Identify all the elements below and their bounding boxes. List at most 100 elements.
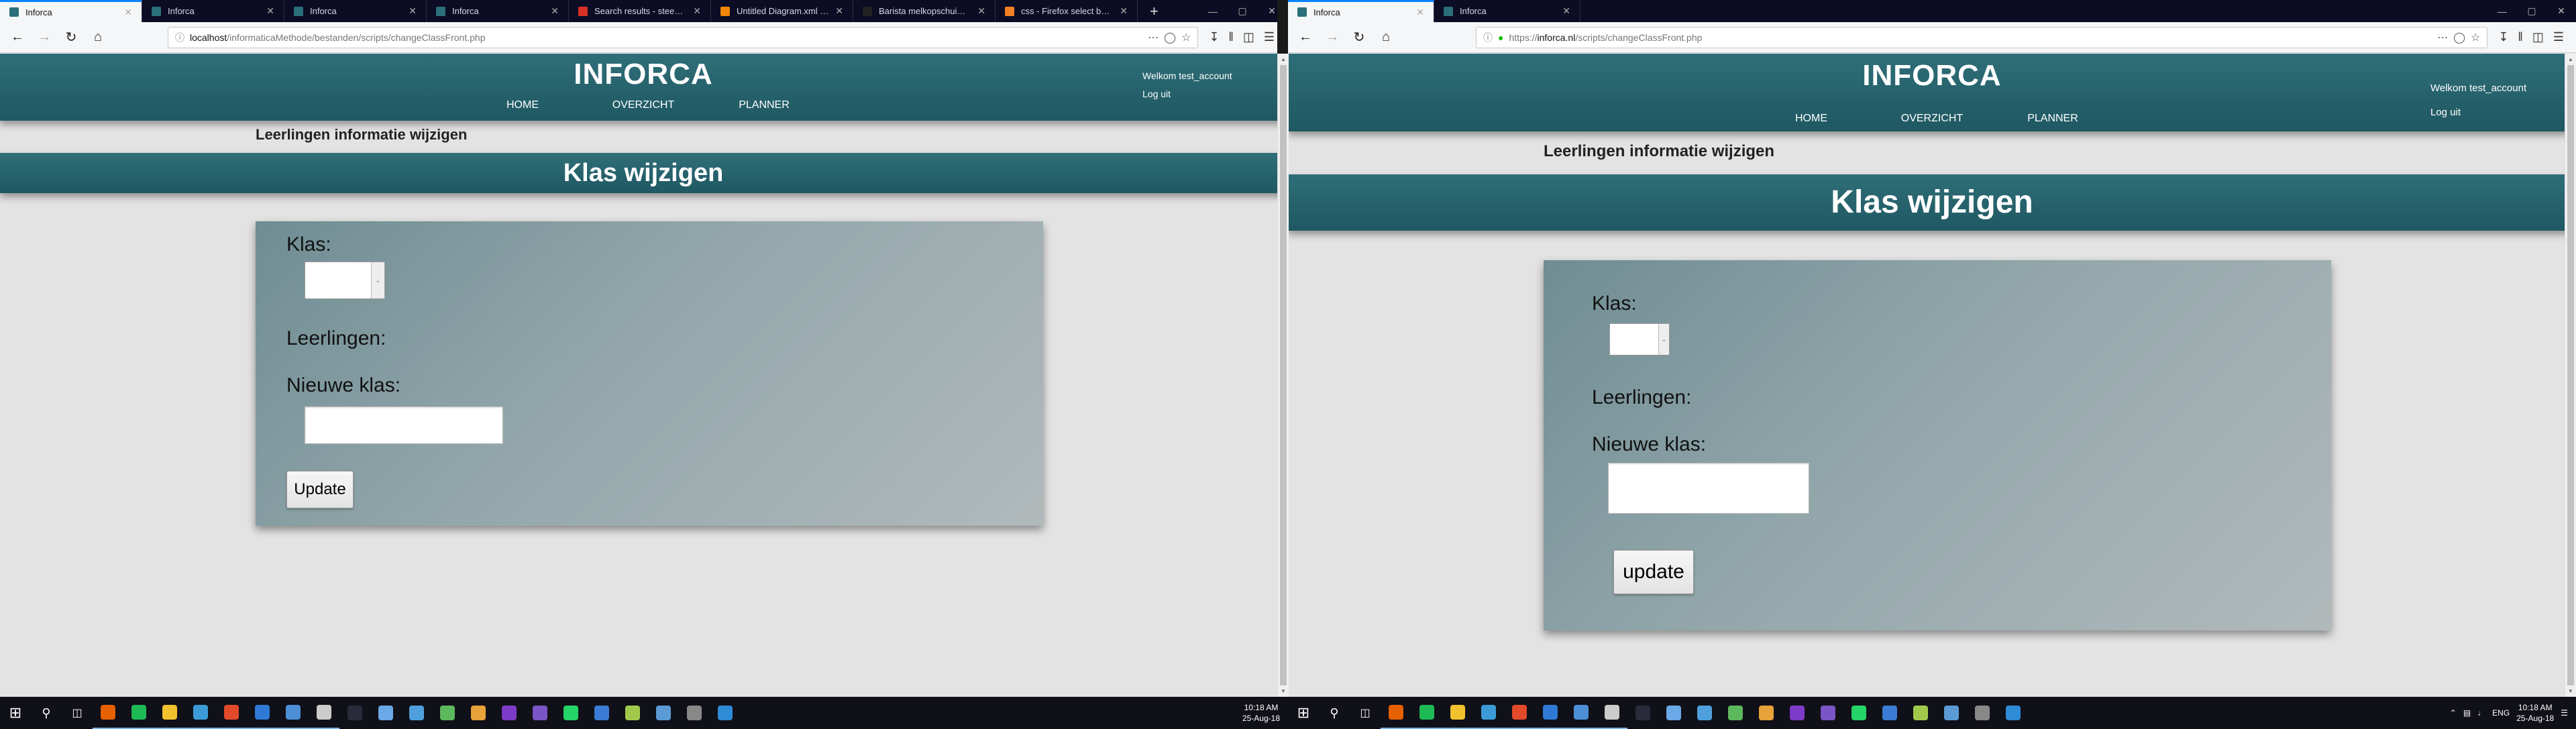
close-icon[interactable]: ✕ [2546,0,2576,22]
taskbar-app-icon[interactable] [401,697,432,729]
library-icon[interactable]: ‖ [1228,30,1233,44]
home-icon[interactable]: ⌂ [87,27,109,48]
reload-icon[interactable]: ↻ [60,27,82,48]
klas-select[interactable]: ⌄ [305,262,385,299]
windows-start-icon[interactable]: ⊞ [0,697,31,729]
tab-close-icon[interactable]: ✕ [977,5,985,17]
taskbar-app-icon[interactable] [1473,697,1504,729]
tray-chevron-icon[interactable]: ⌃ [2450,708,2457,718]
site-logo[interactable]: INFORCA [0,58,1287,91]
browser-tab[interactable]: Inforca ✕ [1288,0,1434,22]
taskbar-app-icon[interactable] [1689,697,1720,729]
taskbar-app-icon[interactable] [1381,697,1411,729]
new-tab-button[interactable]: + [1138,0,1171,22]
minimize-icon[interactable]: — [1198,0,1228,22]
site-logo[interactable]: INFORCA [1288,59,2576,93]
taskbar-app-icon[interactable] [1967,697,1998,729]
browser-tab[interactable]: Inforca ✕ [1434,0,1580,22]
taskbar-app-icon[interactable] [154,697,185,729]
taskbar-app-icon[interactable] [463,697,494,729]
nav-planner[interactable]: PLANNER [1992,113,2113,125]
taskbar-app-icon[interactable] [1442,697,1473,729]
taskbar-app-icon[interactable] [1658,697,1689,729]
scroll-thumb[interactable] [2567,65,2574,685]
volume-icon[interactable]: ♩ [2477,708,2485,718]
nav-planner[interactable]: PLANNER [704,99,824,111]
klas-select[interactable]: ⌄ [1609,323,1670,355]
nieuwe-klas-input[interactable] [1608,463,1809,514]
scroll-up-icon[interactable]: ▲ [2565,54,2576,65]
page-actions-icon[interactable]: ⋯ [2437,31,2448,44]
taskbar-app-icon[interactable] [679,697,710,729]
browser-tab[interactable]: Inforca ✕ [427,0,569,22]
taskbar-app-icon[interactable] [1813,697,1843,729]
update-button[interactable]: update [1613,550,1694,594]
nav-overzicht[interactable]: OVERZICHT [1872,113,1992,125]
forward-icon[interactable]: → [34,27,55,48]
taskbar-app-icon[interactable] [555,697,586,729]
browser-tab[interactable]: Inforca ✕ [0,0,142,22]
taskbar-app-icon[interactable] [1998,697,2029,729]
taskbar-app-icon[interactable] [247,697,278,729]
bookmark-star-icon[interactable]: ☆ [2471,31,2480,44]
download-icon[interactable]: ↧ [2498,30,2508,44]
tab-close-icon[interactable]: ✕ [835,5,843,17]
download-icon[interactable]: ↧ [1209,30,1219,44]
scroll-up-icon[interactable]: ▲ [1278,54,1289,65]
url-bar[interactable]: ⓘ ● https://inforca.nl/scripts/changeCla… [1476,26,2488,48]
windows-start-icon[interactable]: ⊞ [1288,697,1319,729]
taskbar-app-icon[interactable] [1566,697,1597,729]
taskbar-app-icon[interactable] [494,697,525,729]
pocket-icon[interactable]: ◯ [1164,31,1176,44]
task-view-icon[interactable]: ◫ [62,697,93,729]
info-icon[interactable]: ⓘ [175,31,184,44]
maximize-icon[interactable]: ▢ [1228,0,1257,22]
nav-overzicht[interactable]: OVERZICHT [583,99,704,111]
taskbar-app-icon[interactable] [1504,697,1535,729]
nav-home[interactable]: HOME [1751,113,1872,125]
network-icon[interactable]: ▤ [2463,708,2471,718]
maximize-icon[interactable]: ▢ [2517,0,2546,22]
home-icon[interactable]: ⌂ [1375,27,1397,48]
browser-tab[interactable]: css - Firefox select box - rem... ✕ [996,0,1138,22]
tab-close-icon[interactable]: ✕ [1120,5,1128,17]
bookmark-star-icon[interactable]: ☆ [1181,31,1191,44]
logout-link[interactable]: Log uit [2430,101,2526,125]
taskbar-app-icon[interactable] [339,697,370,729]
search-icon[interactable]: ⚲ [31,697,62,729]
taskbar-app-icon[interactable] [123,697,154,729]
scroll-down-icon[interactable]: ▼ [2565,685,2576,697]
tab-close-icon[interactable]: ✕ [1562,5,1570,17]
taskbar-app-icon[interactable] [278,697,309,729]
nieuwe-klas-input[interactable] [305,406,503,444]
scroll-thumb[interactable] [1280,65,1287,685]
browser-tab[interactable]: Inforca ✕ [284,0,427,22]
sidebar-icon[interactable]: ◫ [2532,30,2544,44]
browser-tab[interactable]: Untitled Diagram.xml - draw... ✕ [711,0,853,22]
browser-tab[interactable]: Inforca ✕ [142,0,284,22]
menu-icon[interactable]: ☰ [2553,30,2564,44]
task-view-icon[interactable]: ◫ [1350,697,1381,729]
back-icon[interactable]: ← [1295,27,1316,48]
taskbar-app-icon[interactable] [1874,697,1905,729]
taskbar-app-icon[interactable] [710,697,741,729]
browser-tab[interactable]: Search results - steeman.m... ✕ [569,0,711,22]
language-indicator[interactable]: ENG [2492,708,2510,718]
left-scrollbar[interactable]: ▲ ▼ [1277,54,1289,697]
taskbar-app-icon[interactable] [370,697,401,729]
url-bar[interactable]: ⓘ localhost/informaticaMethode/bestanden… [168,26,1199,48]
tab-close-icon[interactable]: ✕ [409,5,417,17]
info-icon[interactable]: ⓘ [1483,31,1493,44]
browser-tab[interactable]: Barista melkopschuimer | Ro... ✕ [853,0,996,22]
taskbar-app-icon[interactable] [525,697,555,729]
taskbar-app-icon[interactable] [1905,697,1936,729]
nav-home[interactable]: HOME [462,99,583,111]
tab-close-icon[interactable]: ✕ [693,5,701,17]
scroll-down-icon[interactable]: ▼ [1278,685,1289,697]
page-actions-icon[interactable]: ⋯ [1148,31,1159,44]
sidebar-icon[interactable]: ◫ [1243,30,1254,44]
taskbar-app-icon[interactable] [1782,697,1813,729]
taskbar-app-icon[interactable] [648,697,679,729]
tab-close-icon[interactable]: ✕ [266,5,274,17]
taskbar-app-icon[interactable] [617,697,648,729]
